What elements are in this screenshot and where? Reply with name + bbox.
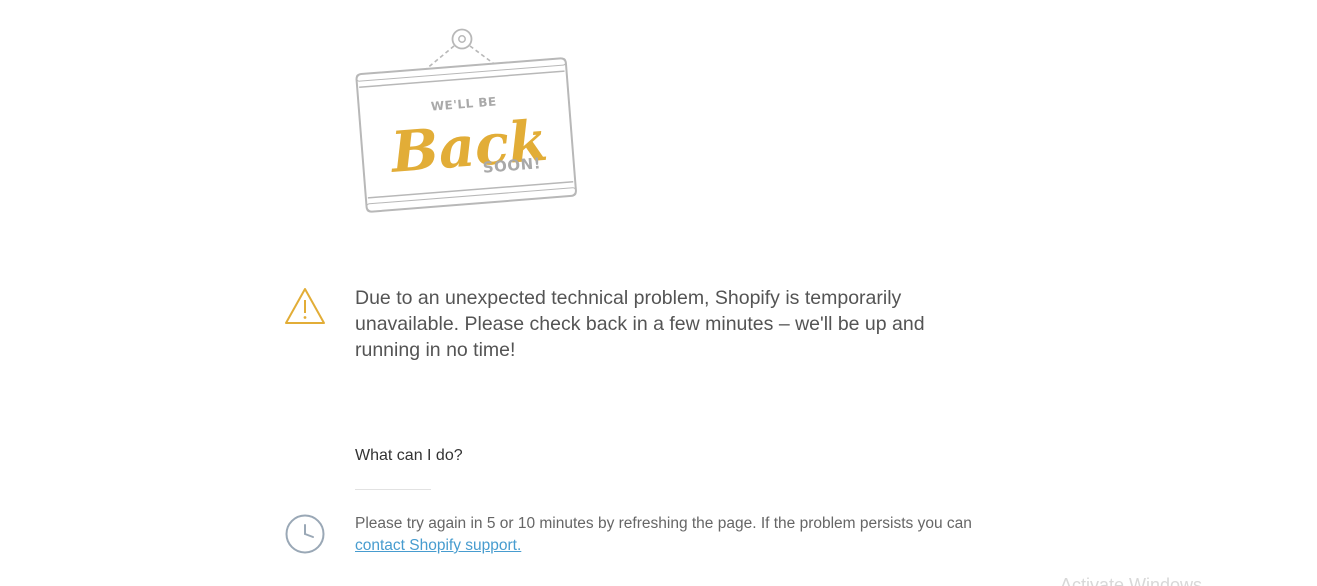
contact-support-link[interactable]: contact Shopify support. xyxy=(355,537,521,554)
help-instructions: Please try again in 5 or 10 minutes by r… xyxy=(355,513,975,557)
back-soon-sign-illustration: WE'LL BE Back SOON! xyxy=(355,28,577,213)
activate-windows-watermark: Activate Windows xyxy=(1060,575,1203,586)
help-text: Please try again in 5 or 10 minutes by r… xyxy=(355,515,972,532)
what-can-i-do-heading: What can I do? xyxy=(355,447,463,464)
error-page: WE'LL BE Back SOON! Due to an unexpected… xyxy=(0,0,1317,586)
clock-icon xyxy=(285,514,325,554)
sign-line-2: Back xyxy=(387,108,550,186)
section-divider xyxy=(355,489,431,490)
warning-icon xyxy=(285,288,325,324)
error-message: Due to an unexpected technical problem, … xyxy=(355,287,925,361)
sign-board: WE'LL BE Back SOON! xyxy=(355,57,577,213)
